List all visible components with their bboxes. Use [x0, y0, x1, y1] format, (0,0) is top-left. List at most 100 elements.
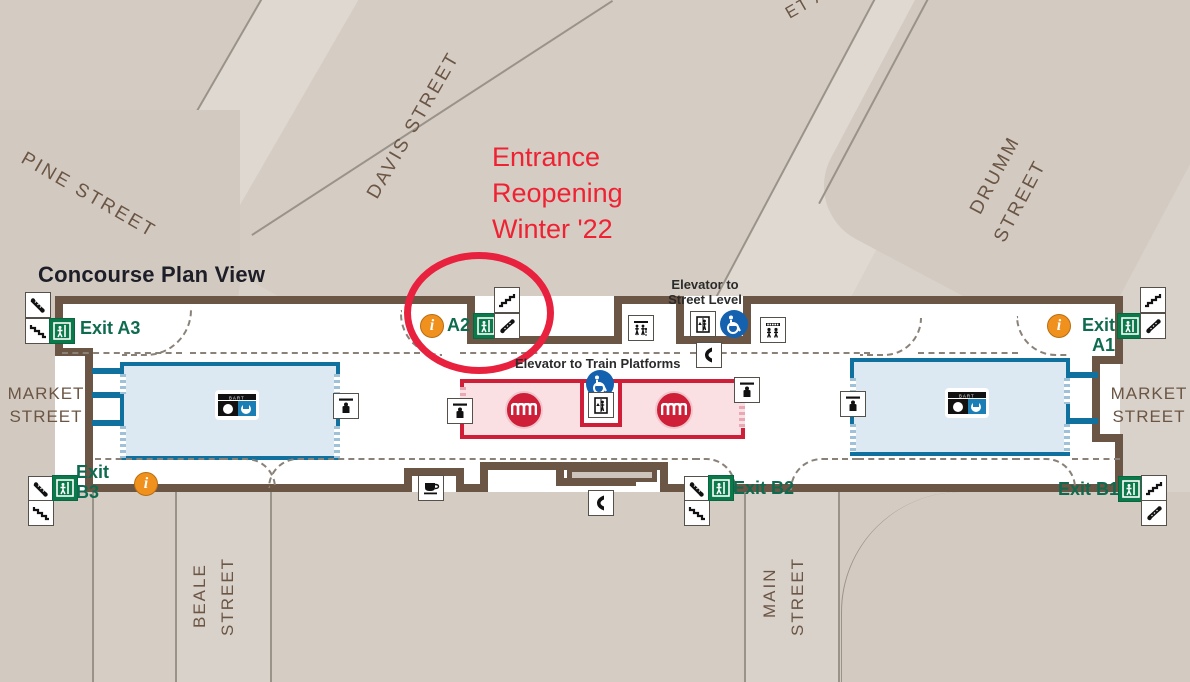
street-label-beale-1: BEALE: [190, 563, 209, 628]
payphone-icon: [597, 495, 604, 511]
hatch-right-a: [1064, 378, 1070, 404]
ticket-vending-icon[interactable]: [760, 317, 786, 343]
family-restroom-icon[interactable]: [628, 315, 654, 341]
escalator-icon: [500, 319, 515, 334]
payphone-icon: [705, 347, 712, 363]
exit-person-icon: [477, 317, 495, 335]
muni-logo-icon: [511, 403, 537, 415]
bart-logo-left: BART: [215, 390, 259, 420]
elevator-icon: [594, 397, 608, 414]
exit-label-b3-line2: B3: [76, 482, 100, 502]
wall-right-mid: [1092, 356, 1100, 442]
stairs-icon-b2[interactable]: [684, 500, 710, 526]
restroom-icon-right-platform[interactable]: [840, 391, 866, 417]
escalator-icon: [33, 482, 48, 497]
stairs-icon-a3[interactable]: [25, 318, 51, 344]
family-restroom-icon: [634, 321, 648, 336]
exit-person-icon: [1122, 480, 1140, 498]
muni-logo-icon: [661, 403, 687, 415]
escalator-icon-a1[interactable]: [1140, 313, 1166, 339]
exit-label-a1-line1: Exit: [1081, 315, 1115, 335]
cafe-icon[interactable]: [418, 475, 444, 501]
exit-label-b1: Exit B1: [1058, 479, 1120, 499]
restroom-icon-left-platform[interactable]: [333, 393, 359, 419]
path-dash-top-mid: [190, 352, 420, 354]
exit-label-b3: Exit B3: [76, 462, 109, 502]
escalator-icon: [689, 482, 704, 497]
information-icon-a2[interactable]: i: [420, 314, 444, 338]
path-dash-b1-top: [1072, 458, 1120, 460]
information-icon-b3[interactable]: i: [134, 472, 158, 496]
alert-line-1: Entrance: [492, 142, 601, 172]
hatch-left-a: [120, 374, 126, 394]
exit-label-b3-line1: Exit: [76, 462, 110, 482]
stairs-icon-a1[interactable]: [1140, 287, 1166, 313]
wall-bottom-kiosk-inner: [572, 472, 652, 478]
restroom-icon-muni-left[interactable]: [447, 398, 473, 424]
stairs-icon: [688, 507, 705, 521]
escalator-icon-b2[interactable]: [684, 476, 710, 502]
concourse-map: BART BART Concourse Plan View Entrance R…: [0, 0, 1190, 682]
exit-icon-a3[interactable]: [49, 318, 75, 344]
escalator-icon-b1[interactable]: [1141, 500, 1167, 526]
exit-icon-b3[interactable]: [52, 475, 78, 501]
escalator-icon: [1147, 506, 1162, 521]
stairs-icon-a2[interactable]: [494, 287, 520, 313]
exit-person-icon: [712, 479, 730, 497]
exit-label-a2: A2: [447, 315, 471, 335]
bart-logo-right: BART: [945, 388, 989, 418]
main-edge-left: [744, 492, 746, 682]
escalator-icon-a3[interactable]: [25, 292, 51, 318]
market-street-right-line1: MARKET: [1110, 384, 1188, 403]
stairs-icon: [499, 294, 516, 308]
elevator-icon-muni[interactable]: [588, 392, 614, 418]
callout-elevator-street: Elevator to Street Level: [640, 277, 770, 307]
information-icon-a1[interactable]: i: [1047, 314, 1071, 338]
stairs-icon-b3[interactable]: [28, 500, 54, 526]
hatch-right-b: [1064, 424, 1070, 452]
market-street-right: MARKET STREET: [1108, 382, 1190, 428]
exit-label-a1-line2: A1: [1091, 335, 1115, 355]
restroom-icon: [339, 398, 353, 413]
payphone-icon-bottom[interactable]: [588, 490, 614, 516]
cafe-icon: [424, 483, 440, 495]
elevator-icon: [696, 316, 710, 333]
payphone-icon-center[interactable]: [696, 342, 722, 368]
market-street-left: MARKET STREET: [5, 382, 87, 428]
bart-logo-icon: BART: [218, 394, 256, 416]
block-bottom-center: [272, 492, 742, 682]
hatch-left-c: [334, 374, 340, 394]
stairs-icon: [32, 507, 49, 521]
hatch-left-b: [120, 426, 126, 458]
beale-edge-right: [270, 492, 272, 682]
escalator-icon: [1146, 319, 1161, 334]
page-title: Concourse Plan View: [38, 262, 266, 287]
exit-icon-b2[interactable]: [708, 475, 734, 501]
exit-label-a3: Exit A3: [80, 318, 141, 338]
escalator-icon-a2[interactable]: [494, 313, 520, 339]
path-dash-a1: [918, 352, 1018, 354]
bart-logo-icon: BART: [948, 392, 986, 414]
path-dash-lower-right: [858, 458, 1018, 460]
market-street-left-line1: MARKET: [7, 384, 85, 403]
ticket-vending-icon: [766, 323, 780, 338]
street-label-main-1: MAIN: [760, 567, 779, 619]
accessible-icon: [727, 315, 741, 334]
market-street-right-line2: STREET: [1112, 407, 1186, 426]
stairs-icon: [29, 325, 46, 339]
beale-edge-left: [175, 492, 177, 682]
elevator-icon-street[interactable]: [690, 311, 716, 337]
escalator-icon-b3[interactable]: [28, 476, 54, 502]
track-tab-right-1: [1066, 372, 1098, 378]
street-label-beale-2: STREET: [218, 556, 237, 636]
callout-elevator-platform: Elevator to Train Platforms: [515, 356, 681, 371]
bottom-left-edge: [92, 492, 94, 682]
stairs-icon-b1[interactable]: [1141, 475, 1167, 501]
market-street-left-line2: STREET: [9, 407, 83, 426]
track-tab-right-2: [1066, 418, 1098, 424]
restroom-icon: [846, 396, 860, 411]
street-label-main-2: STREET: [788, 556, 807, 636]
accessible-icon-street[interactable]: [720, 310, 748, 338]
restroom-icon-muni-right[interactable]: [734, 377, 760, 403]
exit-label-a1: Exit A1: [1079, 315, 1115, 355]
